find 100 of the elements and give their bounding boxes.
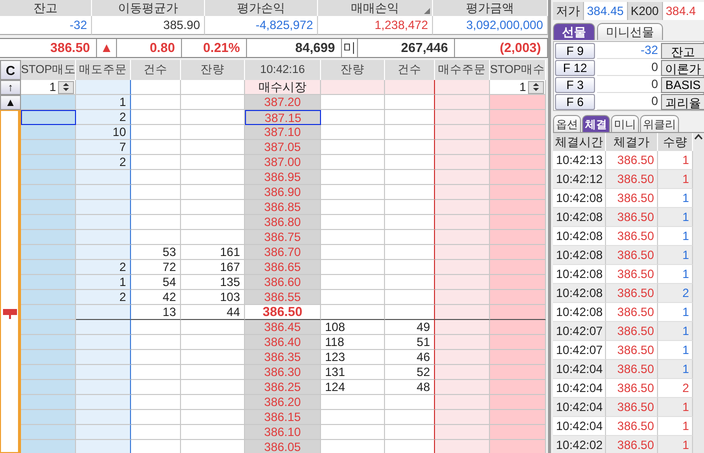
contract-button[interactable]: F 6 [555, 94, 595, 110]
trade-price: 386.50 [606, 360, 658, 379]
sell-order-cell[interactable] [76, 350, 131, 365]
stop-buy-cell[interactable] [490, 125, 546, 140]
stop-sell-qty-field[interactable]: 1 [21, 80, 75, 94]
sell-order-cell[interactable]: 2 [76, 110, 131, 125]
buy-order-cell[interactable] [435, 305, 490, 320]
buy-order-cell[interactable] [435, 125, 490, 140]
stop-buy-cell[interactable] [490, 110, 546, 125]
buy-order-cell[interactable] [435, 275, 490, 290]
table-cell [385, 80, 435, 95]
sell-order-cell[interactable]: 1 [76, 95, 131, 110]
stop-buy-cell[interactable] [490, 365, 546, 380]
trade-quantity: 1 [658, 208, 693, 227]
tab[interactable]: 선물 [553, 23, 595, 40]
stop-buy-cell[interactable] [490, 170, 546, 185]
stop-buy-cell[interactable] [490, 140, 546, 155]
buy-order-cell[interactable] [435, 350, 490, 365]
stop-buy-cell[interactable] [490, 200, 546, 215]
table-cell [131, 80, 181, 95]
sell-order-cell[interactable] [76, 245, 131, 260]
buy-order-cell[interactable] [435, 230, 490, 245]
sell-order-cell[interactable]: 1 [76, 275, 131, 290]
sell-order-cell[interactable] [76, 215, 131, 230]
stop-buy-cell[interactable] [490, 155, 546, 170]
buy-order-cell[interactable] [435, 95, 490, 110]
buy-order-cell[interactable] [435, 335, 490, 350]
stop-sell-cell[interactable] [21, 110, 76, 125]
field-button[interactable]: 괴리율 [661, 94, 704, 110]
buy-order-cell[interactable] [435, 140, 490, 155]
buy-order-cell[interactable] [435, 260, 490, 275]
sell-order-cell[interactable]: 2 [76, 155, 131, 170]
sell-order-cell[interactable] [76, 440, 131, 453]
stop-buy-cell[interactable] [490, 275, 546, 290]
stop-buy-cell[interactable] [490, 380, 546, 395]
buy-order-cell[interactable] [435, 380, 490, 395]
stop-buy-cell[interactable] [490, 260, 546, 275]
sell-order-cell[interactable]: 7 [76, 140, 131, 155]
buy-order-cell[interactable] [435, 440, 490, 453]
buy-quantity-cell [321, 170, 385, 185]
sell-order-cell[interactable] [76, 335, 131, 350]
field-button[interactable]: 잔고 [661, 43, 704, 59]
sell-order-cell[interactable] [76, 365, 131, 380]
buy-order-cell[interactable] [435, 245, 490, 260]
sell-order-cell[interactable] [76, 185, 131, 200]
stop-buy-cell[interactable] [490, 335, 546, 350]
buy-order-cell[interactable] [435, 320, 490, 335]
buy-order-cell[interactable] [435, 425, 490, 440]
stop-buy-cell[interactable] [490, 185, 546, 200]
stop-buy-cell[interactable] [490, 350, 546, 365]
buy-order-cell[interactable] [435, 185, 490, 200]
sell-order-cell[interactable]: 10 [76, 125, 131, 140]
tab[interactable]: 위클리 [640, 115, 679, 132]
sell-order-cell[interactable] [76, 200, 131, 215]
sell-order-cell[interactable] [76, 230, 131, 245]
field-button[interactable]: 이론가 [661, 60, 704, 76]
sell-order-cell[interactable] [76, 305, 131, 320]
contract-button[interactable]: F 12 [555, 60, 595, 76]
buy-order-cell[interactable] [435, 410, 490, 425]
stop-buy-cell[interactable] [490, 440, 546, 453]
price-cell[interactable]: 386.50 [245, 305, 321, 320]
tab[interactable]: 미니선물 [597, 23, 663, 40]
stop-buy-cell[interactable] [490, 245, 546, 260]
tab[interactable]: 옵션 [553, 115, 581, 132]
buy-order-cell[interactable] [435, 365, 490, 380]
field-button[interactable]: BASIS [661, 77, 704, 93]
stop-buy-cell[interactable] [490, 95, 546, 110]
scroll-top-button[interactable]: ▲ [0, 95, 21, 110]
buy-order-cell[interactable] [435, 395, 490, 410]
stop-buy-cell[interactable] [490, 305, 546, 320]
stop-buy-cell[interactable] [490, 215, 546, 230]
stop-buy-cell[interactable] [490, 230, 546, 245]
contract-button[interactable]: F 3 [555, 77, 595, 93]
sell-order-cell[interactable] [76, 320, 131, 335]
buy-order-cell[interactable] [435, 170, 490, 185]
buy-order-cell[interactable] [435, 215, 490, 230]
stop-buy-cell[interactable] [490, 395, 546, 410]
scroll-up-button[interactable]: ↑ [0, 80, 21, 95]
sell-order-cell[interactable] [76, 380, 131, 395]
sell-order-cell[interactable]: 2 [76, 290, 131, 305]
tab[interactable]: 미니 [611, 115, 639, 132]
buy-order-cell[interactable] [435, 155, 490, 170]
sell-order-cell[interactable] [76, 410, 131, 425]
sell-order-cell[interactable] [76, 425, 131, 440]
scrollbar[interactable] [693, 133, 704, 453]
sell-order-cell[interactable] [76, 395, 131, 410]
buy-order-cell[interactable] [435, 200, 490, 215]
buy-order-cell[interactable] [435, 290, 490, 305]
buy-order-cell[interactable] [435, 110, 490, 125]
clear-button[interactable]: C [0, 60, 21, 80]
tab[interactable]: 체결 [582, 115, 610, 132]
sell-order-cell[interactable]: 2 [76, 260, 131, 275]
market-buy-cell[interactable]: 매수시장 [245, 80, 321, 95]
stop-buy-cell[interactable] [490, 425, 546, 440]
stop-buy-cell[interactable] [490, 290, 546, 305]
stop-buy-cell[interactable] [490, 410, 546, 425]
sell-count-cell [131, 155, 181, 170]
contract-button[interactable]: F 9 [555, 43, 595, 59]
stop-buy-cell[interactable] [490, 320, 546, 335]
sell-order-cell[interactable] [76, 170, 131, 185]
